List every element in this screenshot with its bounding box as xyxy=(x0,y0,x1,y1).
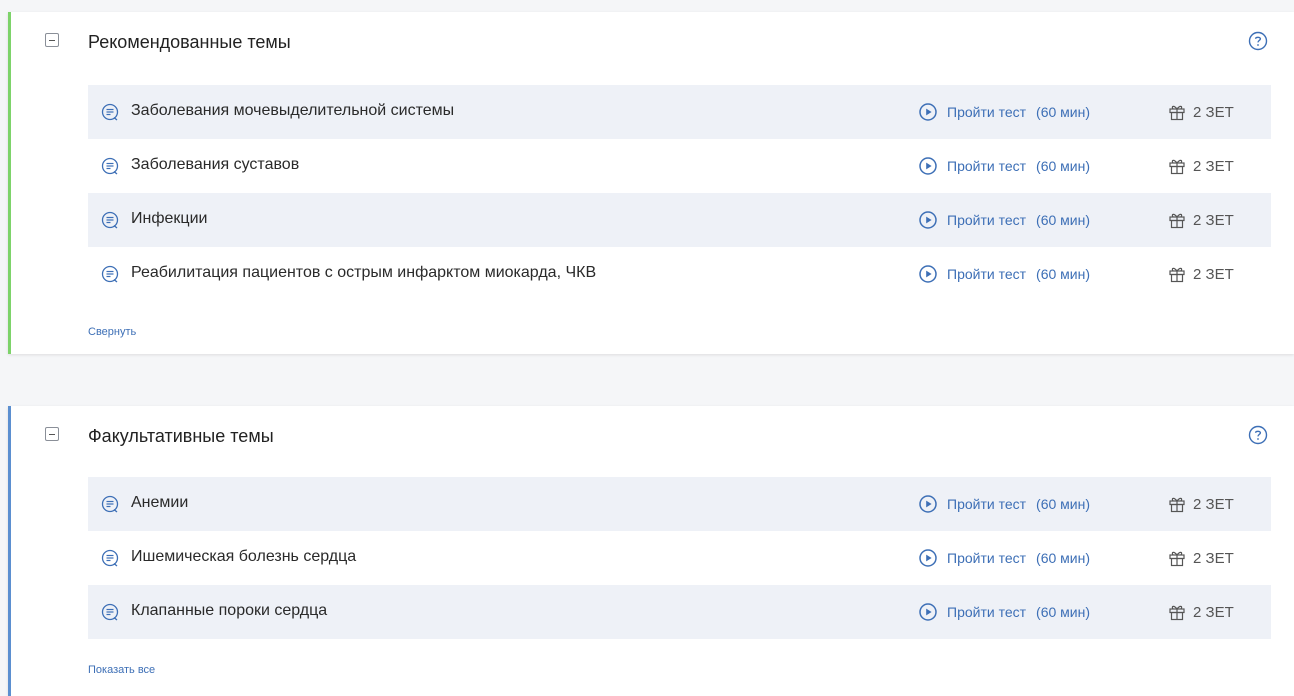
gift-icon xyxy=(1167,156,1187,176)
play-circle-icon[interactable] xyxy=(918,156,938,176)
credits-label: 2 ЗЕТ xyxy=(1193,495,1234,513)
topic-label: Ишемическая болезнь сердца xyxy=(131,548,357,565)
credits: 2 ЗЕТ xyxy=(1167,264,1234,284)
topic-info-icon xyxy=(100,264,120,284)
topic-check-icon xyxy=(100,210,120,230)
play-circle-icon[interactable] xyxy=(918,602,938,622)
show-all-link[interactable]: Показать все xyxy=(88,664,155,676)
test-duration[interactable]: (60 мин) xyxy=(1036,158,1090,174)
topic-row: Анемии Пройти тест (60 мин) 2 ЗЕТ xyxy=(88,477,1271,531)
take-test-link[interactable]: Пройти тест (60 мин) xyxy=(918,156,1090,176)
collapse-link[interactable]: Свернуть xyxy=(88,326,136,338)
topic-label: Анемии xyxy=(131,494,189,511)
take-test-label[interactable]: Пройти тест xyxy=(947,550,1026,566)
take-test-link[interactable]: Пройти тест (60 мин) xyxy=(918,602,1090,622)
test-duration[interactable]: (60 мин) xyxy=(1036,496,1090,512)
gift-icon xyxy=(1167,602,1187,622)
credits-label: 2 ЗЕТ xyxy=(1193,103,1234,121)
topic-row: Инфекции Пройти тест (60 мин) 2 ЗЕТ xyxy=(88,193,1271,247)
take-test-label[interactable]: Пройти тест xyxy=(947,158,1026,174)
topic-row: Реабилитация пациентов с острым инфаркто… xyxy=(88,247,1271,301)
take-test-label[interactable]: Пройти тест xyxy=(947,104,1026,120)
topic-info-icon xyxy=(100,548,120,568)
collapse-minus-icon[interactable] xyxy=(45,427,59,441)
topic-row: Клапанные пороки сердца Пройти тест (60 … xyxy=(88,585,1271,639)
credits: 2 ЗЕТ xyxy=(1167,210,1234,230)
topic-row: Заболевания мочевыделительной системы Пр… xyxy=(88,85,1271,139)
credits-label: 2 ЗЕТ xyxy=(1193,211,1234,229)
test-duration[interactable]: (60 мин) xyxy=(1036,104,1090,120)
test-duration[interactable]: (60 мин) xyxy=(1036,212,1090,228)
test-duration[interactable]: (60 мин) xyxy=(1036,266,1090,282)
take-test-label[interactable]: Пройти тест xyxy=(947,496,1026,512)
credits-label: 2 ЗЕТ xyxy=(1193,265,1234,283)
topic-label: Заболевания мочевыделительной системы xyxy=(131,102,455,119)
take-test-label[interactable]: Пройти тест xyxy=(947,604,1026,620)
take-test-link[interactable]: Пройти тест (60 мин) xyxy=(918,494,1090,514)
optional-topics-section: Факультативные темы Анемии Пройти тест (… xyxy=(8,406,1294,696)
play-circle-icon[interactable] xyxy=(918,102,938,122)
gift-icon xyxy=(1167,102,1187,122)
take-test-link[interactable]: Пройти тест (60 мин) xyxy=(918,548,1090,568)
gift-icon xyxy=(1167,264,1187,284)
credits-label: 2 ЗЕТ xyxy=(1193,157,1234,175)
topic-row: Заболевания суставов Пройти тест (60 мин… xyxy=(88,139,1271,193)
play-circle-icon[interactable] xyxy=(918,210,938,230)
play-circle-icon[interactable] xyxy=(918,548,938,568)
credits: 2 ЗЕТ xyxy=(1167,156,1234,176)
play-circle-icon[interactable] xyxy=(918,264,938,284)
play-circle-icon[interactable] xyxy=(918,494,938,514)
credits: 2 ЗЕТ xyxy=(1167,494,1234,514)
take-test-link[interactable]: Пройти тест (60 мин) xyxy=(918,264,1090,284)
topic-info-icon xyxy=(100,602,120,622)
credits: 2 ЗЕТ xyxy=(1167,548,1234,568)
take-test-label[interactable]: Пройти тест xyxy=(947,266,1026,282)
topic-label: Реабилитация пациентов с острым инфаркто… xyxy=(131,264,597,281)
section-header: Рекомендованные темы xyxy=(8,12,1294,76)
section-title: Рекомендованные темы xyxy=(88,32,291,52)
gift-icon xyxy=(1167,210,1187,230)
topic-info-icon xyxy=(100,494,120,514)
question-circle-icon[interactable] xyxy=(1248,31,1268,51)
topic-check-icon xyxy=(100,102,120,122)
credits: 2 ЗЕТ xyxy=(1167,102,1234,122)
gift-icon xyxy=(1167,494,1187,514)
topic-label: Инфекции xyxy=(131,210,208,227)
credits-label: 2 ЗЕТ xyxy=(1193,603,1234,621)
take-test-label[interactable]: Пройти тест xyxy=(947,212,1026,228)
test-duration[interactable]: (60 мин) xyxy=(1036,550,1090,566)
recommended-topics-section: Рекомендованные темы Заболевания мочевыд… xyxy=(8,12,1294,354)
topic-check-icon xyxy=(100,156,120,176)
take-test-link[interactable]: Пройти тест (60 мин) xyxy=(918,210,1090,230)
take-test-link[interactable]: Пройти тест (60 мин) xyxy=(918,102,1090,122)
section-title: Факультативные темы xyxy=(88,426,274,446)
section-header: Факультативные темы xyxy=(8,406,1294,470)
topic-label: Заболевания суставов xyxy=(131,156,300,173)
topic-label: Клапанные пороки сердца xyxy=(131,602,328,619)
credits: 2 ЗЕТ xyxy=(1167,602,1234,622)
question-circle-icon[interactable] xyxy=(1248,425,1268,445)
topic-row: Ишемическая болезнь сердца Пройти тест (… xyxy=(88,531,1271,585)
credits-label: 2 ЗЕТ xyxy=(1193,549,1234,567)
collapse-minus-icon[interactable] xyxy=(45,33,59,47)
test-duration[interactable]: (60 мин) xyxy=(1036,604,1090,620)
gift-icon xyxy=(1167,548,1187,568)
